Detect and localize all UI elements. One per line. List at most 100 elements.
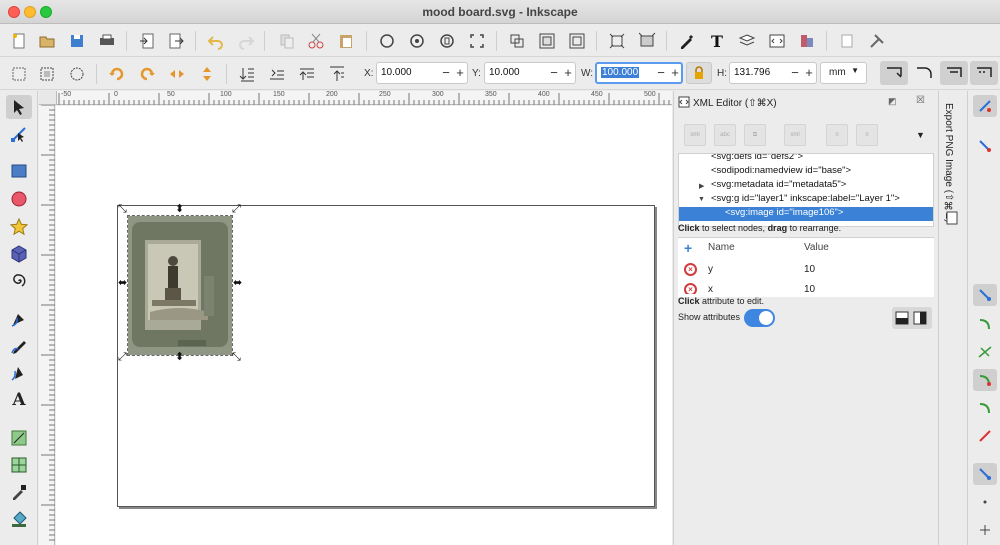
deselect-icon[interactable] (66, 63, 88, 85)
rectangle-tool-icon[interactable] (6, 159, 32, 183)
3d-box-tool-icon[interactable] (6, 242, 32, 266)
zoom-drawing-icon[interactable] (406, 30, 428, 52)
save-document-icon[interactable] (66, 30, 88, 52)
transform-icon[interactable] (606, 30, 628, 52)
selected-image[interactable] (127, 215, 233, 356)
xml-editor-icon[interactable] (766, 30, 788, 52)
pencil-tool-icon[interactable] (6, 334, 32, 358)
add-attribute-icon[interactable]: + (684, 240, 692, 256)
snap-guide-icon[interactable] (973, 519, 997, 541)
snap-midpoint-icon[interactable] (973, 425, 997, 447)
snap-toggle-icon[interactable] (973, 95, 997, 117)
cut-icon[interactable] (305, 30, 327, 52)
scale-handle-bottom[interactable]: ⬍ (175, 352, 184, 363)
panel-menu-chevron-icon[interactable]: ▼ (916, 130, 925, 140)
swatches-icon[interactable] (796, 30, 818, 52)
x-spinbox[interactable]: 10.000 − + (376, 62, 468, 84)
tree-node-namedview[interactable]: <sodipodi:namedview id="base"> (711, 165, 851, 179)
attribute-row[interactable]: × x 10 (678, 280, 934, 294)
move-gradients-toggle[interactable] (940, 61, 968, 85)
close-icon[interactable]: ☒ (916, 95, 925, 106)
flip-vertical-icon[interactable] (196, 63, 218, 85)
w-increment-button[interactable]: + (668, 65, 682, 80)
attribute-row[interactable]: × y 10 (678, 260, 934, 280)
fill-stroke-icon[interactable] (676, 30, 698, 52)
align-distribute-icon[interactable] (636, 30, 658, 52)
text-font-icon[interactable]: T (706, 30, 728, 52)
new-document-icon[interactable] (8, 30, 30, 52)
h-increment-button[interactable]: + (802, 65, 816, 80)
snap-path-icon[interactable] (973, 313, 997, 335)
w-decrement-button[interactable]: − (654, 65, 668, 80)
ungroup-icon[interactable] (536, 30, 558, 52)
attribute-value[interactable]: 10 (804, 284, 815, 294)
scale-handle-top-left[interactable]: ⤡ (118, 204, 127, 215)
scale-handle-right[interactable]: ⬌ (233, 278, 242, 289)
vertical-ruler[interactable] (39, 105, 55, 545)
redo-icon[interactable] (235, 30, 257, 52)
scale-handle-left[interactable]: ⬌ (118, 278, 127, 289)
snap-nodes-icon[interactable] (973, 284, 997, 306)
x-increment-button[interactable]: + (453, 65, 467, 80)
raise-icon[interactable] (296, 63, 318, 85)
snap-center-icon[interactable] (973, 491, 997, 513)
y-spinbox[interactable]: 10.000 − + (484, 62, 576, 84)
new-text-node-button[interactable]: abc (714, 124, 736, 146)
gradient-tool-icon[interactable] (6, 426, 32, 450)
pen-tool-icon[interactable] (6, 307, 32, 331)
ellipse-tool-icon[interactable] (6, 187, 32, 211)
select-all-icon[interactable] (8, 63, 30, 85)
layers-icon[interactable] (736, 30, 758, 52)
zoom-fit-icon[interactable] (466, 30, 488, 52)
calligraphy-tool-icon[interactable] (6, 361, 32, 385)
h-spinbox[interactable]: 131.796 − + (729, 62, 817, 84)
unit-dropdown[interactable]: mm ▼ (820, 62, 867, 84)
spiral-tool-icon[interactable] (6, 269, 32, 293)
open-document-icon[interactable] (36, 30, 58, 52)
expand-arrow-icon[interactable]: ▶ (699, 182, 704, 190)
drawing-canvas[interactable]: ⤡ ⬍ ⤢ ⬌ ⬌ ⤢ ⬍ ⤡ (56, 106, 672, 545)
dropper-tool-icon[interactable] (6, 480, 32, 504)
snap-cusp-icon[interactable] (973, 369, 997, 391)
tree-node-defs[interactable]: <svg:defs id="defs2"> (711, 154, 803, 165)
scale-stroke-toggle[interactable] (880, 61, 908, 85)
export-icon[interactable] (165, 30, 187, 52)
show-attributes-toggle[interactable] (744, 309, 775, 327)
flip-horizontal-icon[interactable] (166, 63, 188, 85)
raise-to-top-icon[interactable] (326, 63, 348, 85)
paste-icon[interactable] (335, 30, 357, 52)
scale-corners-toggle[interactable] (910, 61, 938, 85)
group-icon[interactable] (506, 30, 528, 52)
snap-bbox-icon[interactable] (973, 135, 997, 157)
snap-smooth-icon[interactable] (973, 397, 997, 419)
unindent-node-button[interactable]: ≡ (826, 124, 848, 146)
y-decrement-button[interactable]: − (547, 65, 561, 80)
select-all-layers-icon[interactable] (36, 63, 58, 85)
layout-toggle[interactable] (892, 307, 932, 329)
h-decrement-button[interactable]: − (788, 65, 802, 80)
attribute-value[interactable]: 10 (804, 264, 815, 275)
tree-node-image106[interactable]: <svg:image id="image106"> (679, 207, 933, 221)
print-icon[interactable] (96, 30, 118, 52)
new-element-node-button[interactable]: xml (684, 124, 706, 146)
snap-others-icon[interactable] (973, 463, 997, 485)
x-decrement-button[interactable]: − (439, 65, 453, 80)
panel-float-icon[interactable]: ◩ (888, 96, 897, 107)
delete-node-button[interactable]: xml (784, 124, 806, 146)
paint-bucket-tool-icon[interactable] (6, 507, 32, 531)
y-increment-button[interactable]: + (561, 65, 575, 80)
tree-node-metadata[interactable]: <svg:metadata id="metadata5"> (711, 179, 846, 193)
copy-icon[interactable] (276, 30, 298, 52)
duplicate-node-button[interactable]: ⧉ (744, 124, 766, 146)
horizontal-ruler[interactable]: -50 0 50 100 150 200 250 300 350 400 450 500 (57, 91, 672, 105)
tree-node-layer1[interactable]: <svg:g id="layer1" inkscape:label="Layer… (711, 193, 900, 207)
collapse-arrow-icon[interactable]: ▼ (698, 196, 705, 203)
zoom-selection-icon[interactable] (376, 30, 398, 52)
delete-attribute-icon[interactable]: × (684, 263, 697, 276)
indent-node-button[interactable]: ≡ (856, 124, 878, 146)
rotate-cw-icon[interactable] (136, 63, 158, 85)
duplicate-icon[interactable] (566, 30, 588, 52)
mesh-tool-icon[interactable] (6, 453, 32, 477)
scale-handle-top[interactable]: ⬍ (175, 204, 184, 215)
export-dock-tab[interactable]: Export PNG Image (⇧⌘E) (938, 91, 966, 545)
